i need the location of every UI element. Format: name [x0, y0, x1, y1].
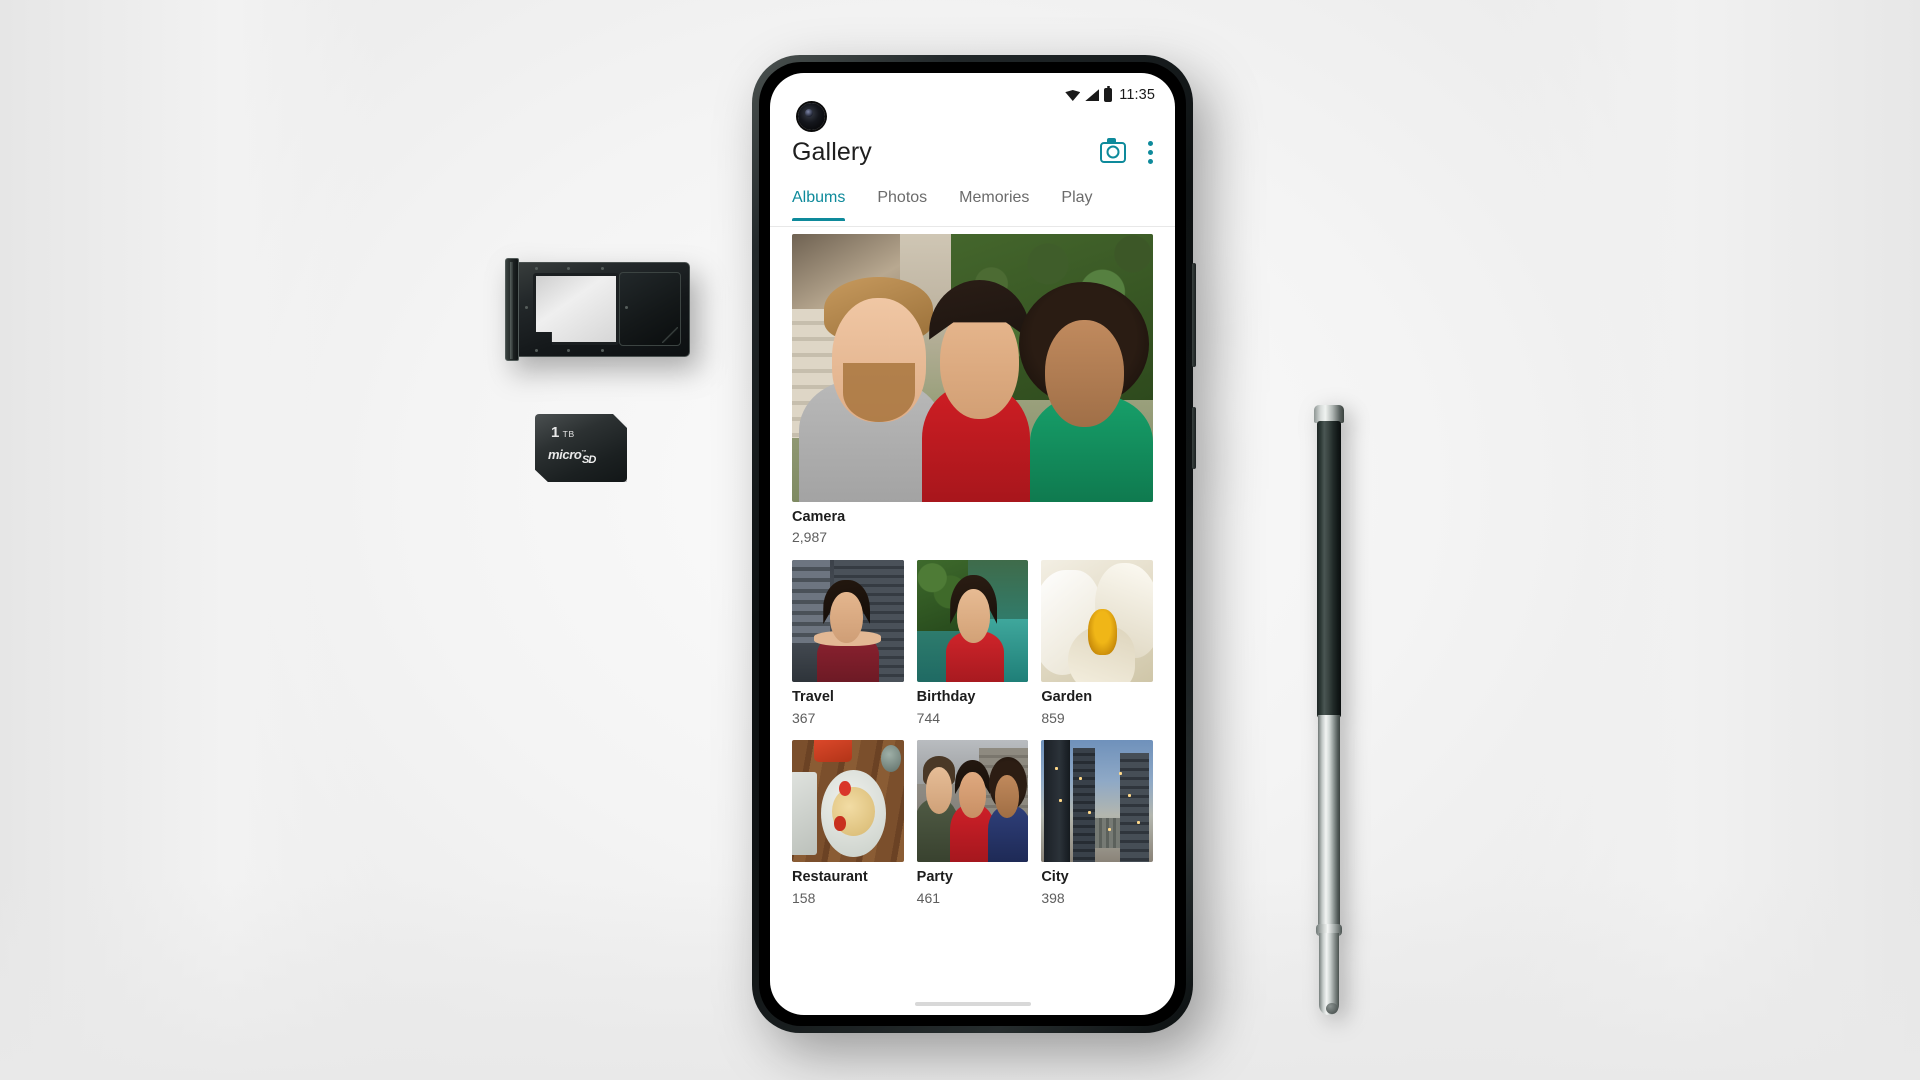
album-count: 744: [916, 709, 941, 726]
album-card-party[interactable]: Party 461: [916, 740, 1029, 906]
album-count: 859: [1041, 709, 1065, 726]
overflow-menu-icon[interactable]: [1148, 140, 1153, 164]
album-name: Restaurant: [792, 869, 868, 886]
microsd-brand-label: micro: [548, 447, 582, 462]
album-thumbnail-party: [916, 740, 1029, 863]
phone-bezel: 11:35 Gallery Albums Photos Memories Pla…: [759, 62, 1186, 1026]
album-name: Birthday: [916, 689, 976, 706]
album-name: Camera: [792, 509, 846, 525]
album-card-city[interactable]: City 398: [1041, 740, 1153, 906]
city-photo-art: [1041, 740, 1153, 863]
album-count: 398: [1041, 889, 1065, 906]
volume-button[interactable]: [1192, 263, 1196, 367]
city-window-lights: [1041, 740, 1153, 862]
app-bar: Gallery: [770, 125, 1175, 179]
smartphone-device: 11:35 Gallery Albums Photos Memories Pla…: [752, 55, 1196, 1033]
gesture-nav-bar[interactable]: [914, 1002, 1031, 1006]
album-name: City: [1041, 869, 1069, 886]
app-bar-actions: [1100, 137, 1153, 164]
album-name: Garden: [1041, 689, 1093, 706]
restaurant-napkin-cutlery: [792, 772, 817, 856]
restaurant-tomato-2: [834, 816, 846, 831]
microsd-capacity-value: 1: [551, 424, 560, 441]
stylus-midsection: [1318, 715, 1340, 930]
status-bar: 11:35: [770, 73, 1175, 117]
stylus-pen: [1314, 405, 1344, 1018]
album-thumbnail-city: [1041, 740, 1153, 863]
travel-photo-art: [792, 560, 904, 683]
travel-person-head: [829, 591, 864, 644]
battery-icon: [1104, 85, 1113, 102]
microsd-brand-text: micro™: [548, 448, 586, 461]
album-name: Party: [916, 869, 953, 886]
tab-memories[interactable]: Memories: [959, 185, 1029, 219]
stylus-barrel: [1317, 421, 1341, 718]
album-count: 158: [792, 889, 816, 906]
hero-person3-head: [1044, 319, 1125, 427]
power-button[interactable]: [1192, 407, 1196, 469]
restaurant-red-tray: [814, 740, 853, 763]
hero-photo-art: [792, 234, 1153, 502]
front-camera-punch-hole: [798, 103, 825, 130]
party-photo-art: [916, 740, 1029, 863]
album-thumbnail-birthday: [916, 560, 1029, 683]
album-thumbnail-travel: [792, 560, 904, 683]
party-person2-head: [959, 772, 986, 819]
microsd-notch: [613, 414, 627, 428]
sim-tray-rivets: [505, 262, 690, 357]
microsd-capacity-unit: TB: [562, 429, 575, 439]
tab-play[interactable]: Play: [1061, 185, 1092, 219]
microsd-sd-mark: SD: [582, 454, 596, 466]
album-card-camera[interactable]: Camera 2,987: [792, 234, 1153, 546]
album-thumbnail-camera: [792, 234, 1153, 502]
microsd-capacity: 1 TB: [551, 425, 575, 440]
signal-icon: [1085, 89, 1100, 101]
status-bar-clock: 11:35: [1119, 87, 1155, 103]
restaurant-cup: [881, 745, 902, 773]
albums-content: Camera 2,987 Travel 367 Birthday 744 Gar…: [770, 229, 1175, 1015]
album-card-travel[interactable]: Travel 367: [792, 560, 904, 726]
album-count: 367: [792, 709, 816, 726]
sim-card-tray: [505, 258, 690, 361]
wifi-icon: [1065, 89, 1080, 101]
album-name: Travel: [792, 689, 834, 706]
garden-flower-center: [1088, 608, 1118, 656]
album-count: 461: [916, 889, 941, 906]
party-person1-head: [925, 767, 953, 814]
tab-photos[interactable]: Photos: [877, 185, 927, 219]
album-card-birthday[interactable]: Birthday 744: [916, 560, 1029, 726]
microsd-card: 1 TB micro™ SD: [535, 414, 627, 482]
camera-icon[interactable]: [1100, 137, 1126, 163]
stylus-tip: [1319, 933, 1339, 1015]
phone-screen: 11:35 Gallery Albums Photos Memories Pla…: [770, 73, 1175, 1015]
tab-bar: Albums Photos Memories Play: [770, 185, 1175, 227]
hero-person1-beard: [842, 362, 915, 422]
album-count: 2,987: [792, 529, 828, 546]
garden-photo-art: [1041, 560, 1153, 683]
album-card-restaurant[interactable]: Restaurant 158: [792, 740, 904, 906]
album-thumbnail-restaurant: [792, 740, 904, 863]
birthday-photo-art: [916, 560, 1029, 683]
tab-albums[interactable]: Albums: [792, 185, 846, 221]
album-thumbnail-garden: [1041, 560, 1153, 683]
page-title: Gallery: [792, 137, 872, 166]
birthday-person-head: [956, 589, 991, 644]
stylus-nib: [1326, 1003, 1338, 1014]
albums-grid: Travel 367 Birthday 744 Garden 859 Resta…: [792, 560, 1153, 906]
album-card-garden[interactable]: Garden 859: [1041, 560, 1153, 726]
restaurant-photo-art: [792, 740, 904, 863]
